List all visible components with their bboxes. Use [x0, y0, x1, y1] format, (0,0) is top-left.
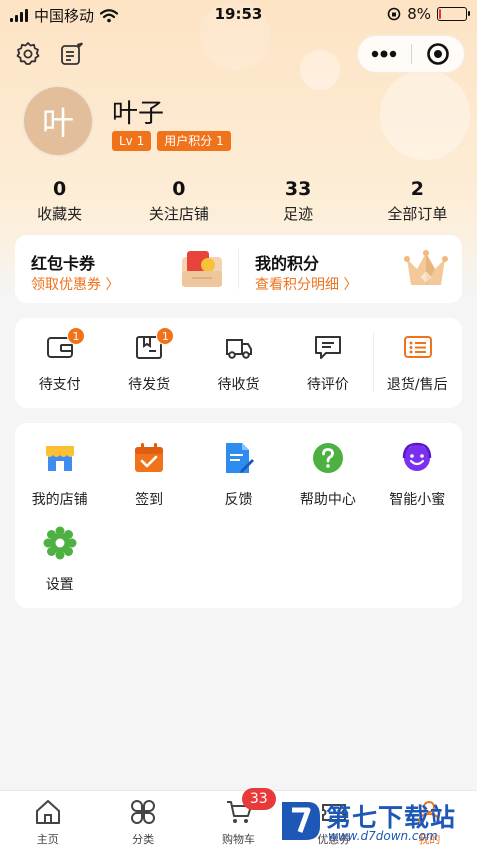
tool-help-center[interactable]: 帮助中心 — [283, 441, 372, 509]
orientation-lock-icon — [387, 7, 401, 21]
order-pending-shipment[interactable]: 1 待发货 — [104, 318, 193, 408]
stat-value: 33 — [284, 178, 312, 200]
order-label: 待支付 — [38, 377, 81, 393]
stat-favorites[interactable]: 0 收藏夹 — [0, 178, 119, 224]
tool-label: 签到 — [135, 492, 164, 508]
comment-icon — [315, 336, 342, 359]
red-envelope-wallet-icon — [182, 251, 222, 287]
order-pending-payment[interactable]: 1 待支付 — [15, 318, 104, 408]
return-list-icon — [403, 336, 432, 358]
points-link[interactable]: 查看积分明细 〉 — [255, 274, 357, 294]
coupons-title: 红包卡券 — [31, 254, 96, 273]
document-edit-icon — [226, 443, 255, 473]
tab-label: 主页 — [36, 833, 59, 846]
home-icon — [35, 800, 60, 824]
tool-label: 我的店铺 — [31, 492, 88, 508]
order-pending-review[interactable]: 待评价 — [283, 318, 372, 408]
order-returns[interactable]: 退货/售后 — [373, 318, 462, 408]
stats-row: 0 收藏夹 0 关注店铺 33 足迹 2 全部订单 — [0, 178, 477, 224]
battery-icon — [437, 7, 470, 21]
stat-value: 2 — [410, 178, 424, 200]
gear-icon — [43, 526, 77, 560]
stat-value: 0 — [53, 178, 67, 200]
level-badge: Lv 1 — [112, 131, 152, 151]
watermark-url: www.d7down.com — [328, 829, 438, 843]
wallet-card: 红包卡券 领取优惠券 〉 我的积分 查看积分明细 〉 — [15, 235, 462, 303]
calendar-check-icon — [135, 443, 164, 472]
points-badge[interactable]: 用户积分 1 — [157, 131, 231, 151]
order-pending-receipt[interactable]: 待收货 — [194, 318, 283, 408]
settings-gear-button[interactable] — [13, 39, 43, 69]
tab-label: 分类 — [132, 833, 155, 846]
stat-label: 收藏夹 — [37, 205, 83, 223]
orders-card: 1 待支付 1 待发货 待收货 待评价 退货/售后 — [15, 318, 462, 408]
tools-card: 我的店铺 签到 反馈 帮助中心 智能小蜜 设置 — [15, 423, 462, 608]
order-label: 退货/售后 — [386, 377, 448, 393]
avatar[interactable]: 叶 — [22, 85, 94, 157]
stat-footprints[interactable]: 33 足迹 — [239, 178, 358, 224]
stat-label: 关注店铺 — [148, 205, 209, 223]
tool-settings[interactable]: 设置 — [15, 526, 104, 594]
order-label: 待评价 — [306, 377, 349, 393]
stat-all-orders[interactable]: 2 全部订单 — [358, 178, 477, 224]
battery-level — [439, 9, 441, 19]
tool-check-in[interactable]: 签到 — [104, 441, 193, 509]
tool-label: 反馈 — [224, 492, 253, 508]
gear-icon — [16, 42, 40, 65]
tab-cart[interactable]: 33 购物车 — [191, 788, 286, 850]
miniprogram-capsule — [357, 35, 465, 73]
more-button[interactable] — [358, 36, 411, 72]
tab-category[interactable]: 分类 — [95, 791, 190, 850]
coupons-entry[interactable]: 红包卡券 领取优惠券 〉 — [15, 235, 238, 303]
truck-icon — [225, 339, 252, 359]
watermark-logo — [282, 802, 320, 840]
target-close-icon — [426, 43, 449, 65]
store-icon — [45, 446, 74, 471]
more-dots-icon — [372, 50, 397, 58]
tab-label: 购物车 — [222, 833, 256, 846]
tool-label: 智能小蜜 — [389, 492, 446, 508]
tool-label: 设置 — [45, 577, 74, 593]
order-badge: 1 — [156, 327, 175, 345]
battery-percent: 8% — [407, 5, 431, 23]
smiley-headset-icon — [403, 442, 432, 471]
points-entry[interactable]: 我的积分 查看积分明细 〉 — [239, 235, 462, 303]
tool-label: 帮助中心 — [299, 492, 356, 508]
points-title: 我的积分 — [255, 254, 320, 273]
stat-followed-shops[interactable]: 0 关注店铺 — [119, 178, 238, 224]
user-name: 叶子 — [112, 99, 165, 129]
stat-value: 0 — [172, 178, 186, 200]
category-icon — [131, 800, 156, 824]
tool-feedback[interactable]: 反馈 — [194, 441, 283, 509]
stat-label: 全部订单 — [387, 205, 448, 223]
help-icon — [312, 443, 343, 473]
tool-smart-assistant[interactable]: 智能小蜜 — [373, 441, 462, 509]
status-bar: 中国移动 19:53 8% — [0, 0, 477, 28]
tab-home[interactable]: 主页 — [0, 791, 95, 850]
coupons-link[interactable]: 领取优惠券 〉 — [31, 274, 119, 294]
messages-button[interactable] — [57, 39, 87, 69]
stat-label: 足迹 — [283, 205, 314, 223]
close-miniprogram-button[interactable] — [412, 36, 465, 72]
order-badge: 1 — [67, 327, 85, 345]
watermark-overlay: 第七下载站 www.d7down.com — [278, 796, 474, 848]
order-label: 待发货 — [128, 377, 171, 393]
status-right: 8% — [387, 5, 470, 23]
notebook-edit-icon — [61, 42, 83, 65]
tool-my-store[interactable]: 我的店铺 — [15, 441, 104, 509]
user-badges: Lv 1 用户积分 1 — [112, 131, 231, 151]
crown-icon — [404, 250, 448, 285]
cart-count-badge: 33 — [241, 788, 276, 810]
order-label: 待收货 — [217, 377, 260, 393]
